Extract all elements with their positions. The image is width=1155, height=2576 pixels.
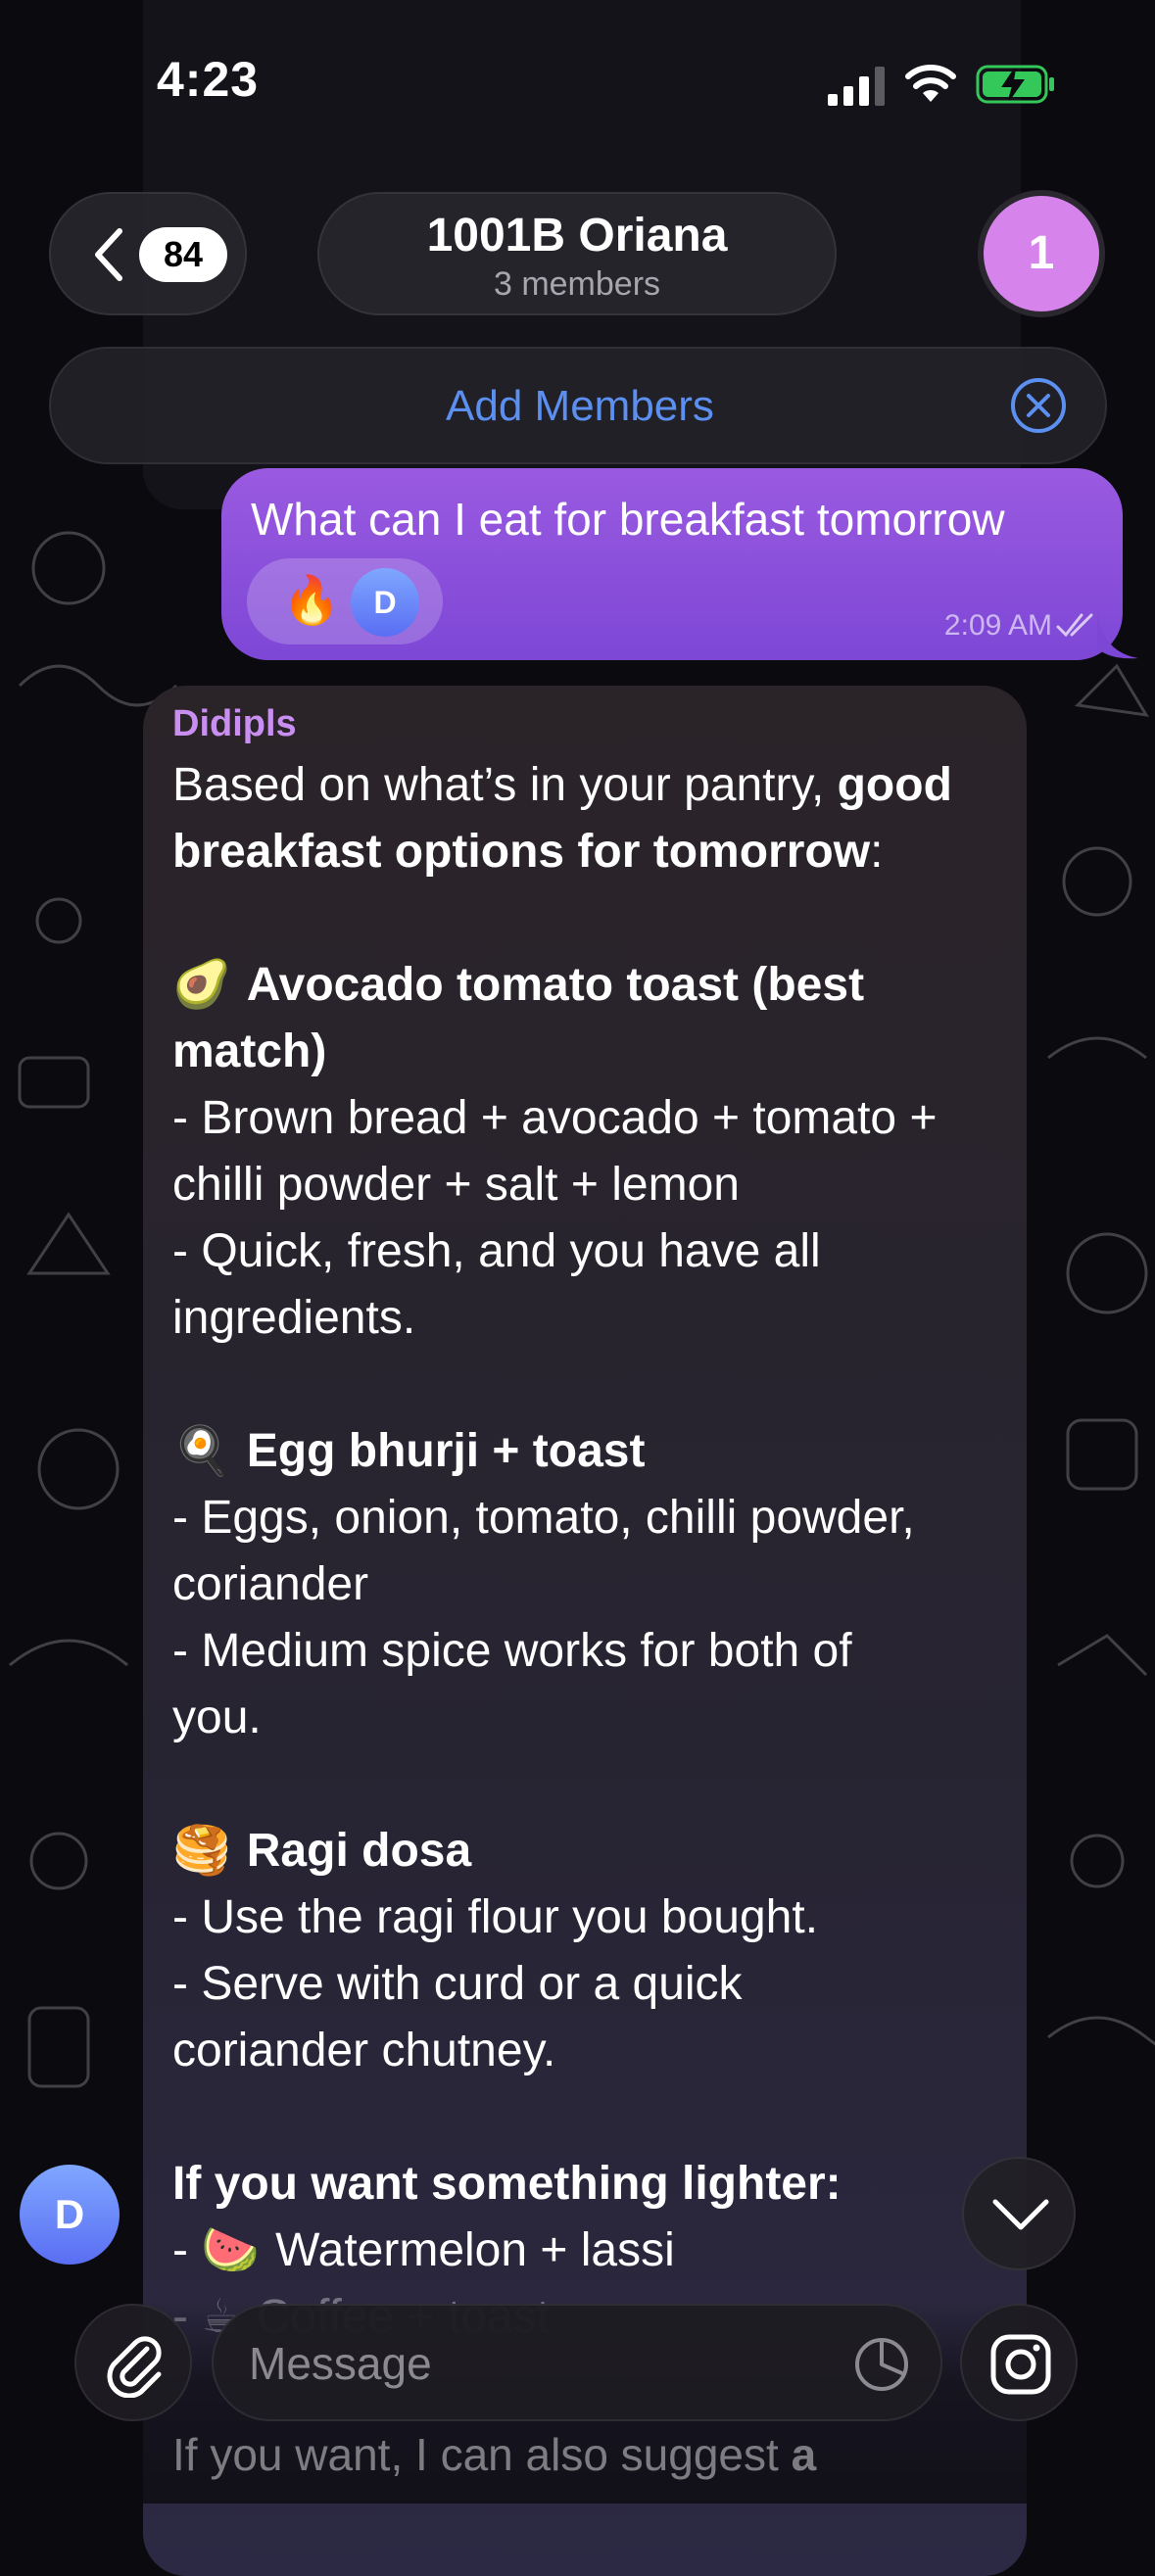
add-members-banner[interactable]: Add Members (49, 347, 1107, 464)
chat-info-button[interactable]: 1001B Oriana 3 members (317, 192, 837, 315)
option-3-line-3: coriander chutney. (172, 2025, 556, 2076)
group-avatar[interactable]: 1 (978, 190, 1105, 317)
watermelon-emoji: 🍉 (201, 2224, 261, 2276)
option-1-title-cont: match) (172, 1026, 327, 1077)
chevron-down-icon (992, 2199, 1049, 2230)
lighter-line-1: - 🍉 Watermelon + lassi (172, 2224, 675, 2276)
fire-reaction-emoji: 🔥 (282, 575, 341, 627)
pancakes-emoji: 🥞 (172, 1825, 231, 1877)
status-bar: 4:23 (0, 0, 1155, 167)
chevron-left-icon (95, 228, 122, 281)
option-1-line-2: chilli powder + salt + lemon (172, 1159, 740, 1211)
option-2-line-2: coriander (172, 1558, 369, 1610)
option-1-title: 🥑 Avocado tomato toast (best (172, 959, 865, 1011)
option-1-line-4: ingredients. (172, 1292, 416, 1344)
option-2-title: 🍳 Egg bhurji + toast (172, 1425, 646, 1477)
add-members-label: Add Members (446, 382, 714, 430)
status-time: 4:23 (157, 52, 260, 107)
message-timestamp: 2:09 AM (943, 609, 1052, 642)
incoming-message-body: Based on what’s in your pantry, good bre… (172, 752, 1005, 2351)
outgoing-message-text: What can I eat for breakfast tomorrow (251, 494, 1005, 545)
reactor-avatar: D (351, 568, 419, 637)
outgoing-message[interactable]: What can I eat for breakfast tomorrow 🔥 … (221, 468, 1123, 660)
option-3-line-2: - Serve with curd or a quick (172, 1958, 743, 2010)
option-2-line-4: you. (172, 1692, 262, 1743)
lighter-options-title: If you want something lighter: (172, 2158, 842, 2210)
reaction-chip[interactable]: 🔥 D (247, 558, 443, 644)
incoming-message[interactable]: Didipls Based on what’s in your pantry, … (143, 686, 1027, 2576)
avocado-emoji: 🥑 (172, 959, 231, 1011)
camera-button[interactable] (960, 2304, 1078, 2421)
message-placeholder: Message (249, 2338, 432, 2389)
sticker-icon[interactable] (852, 2335, 911, 2394)
option-3-line-1: - Use the ragi flour you bought. (172, 1891, 819, 1943)
member-count: 3 members (493, 265, 661, 303)
double-check-icon (1056, 613, 1093, 638)
option-2-line-1: - Eggs, onion, tomato, chilli powder, (172, 1492, 915, 1544)
sender-avatar[interactable]: D (20, 2165, 120, 2265)
message-input[interactable]: Message (212, 2304, 942, 2421)
unread-count-badge: 84 (139, 227, 227, 282)
next-message-peek: If you want, I can also suggest a (172, 2429, 817, 2480)
intro-line-2: breakfast options for tomorrow: (172, 826, 884, 878)
back-button[interactable]: 84 (49, 192, 247, 315)
intro-line-1: Based on what’s in your pantry, good (172, 759, 952, 811)
attach-button[interactable] (74, 2304, 192, 2421)
wifi-icon (905, 65, 956, 102)
cellular-signal-icon (828, 67, 885, 106)
option-3-title: 🥞 Ragi dosa (172, 1825, 472, 1877)
close-circle-icon[interactable] (1009, 376, 1068, 435)
battery-charging-icon (976, 65, 1054, 104)
option-2-line-3: - Medium spice works for both of (172, 1625, 852, 1677)
option-1-line-3: - Quick, fresh, and you have all (172, 1225, 821, 1277)
sender-name: Didipls (172, 703, 297, 744)
scroll-to-bottom-button[interactable] (962, 2157, 1076, 2270)
option-1-line-1: - Brown bread + avocado + tomato + (172, 1092, 938, 1144)
camera-icon (990, 2334, 1051, 2395)
chat-title: 1001B Oriana (426, 210, 728, 262)
bubble-tail (1097, 613, 1138, 659)
paperclip-icon (107, 2336, 162, 2398)
fried-egg-emoji: 🍳 (172, 1425, 231, 1477)
